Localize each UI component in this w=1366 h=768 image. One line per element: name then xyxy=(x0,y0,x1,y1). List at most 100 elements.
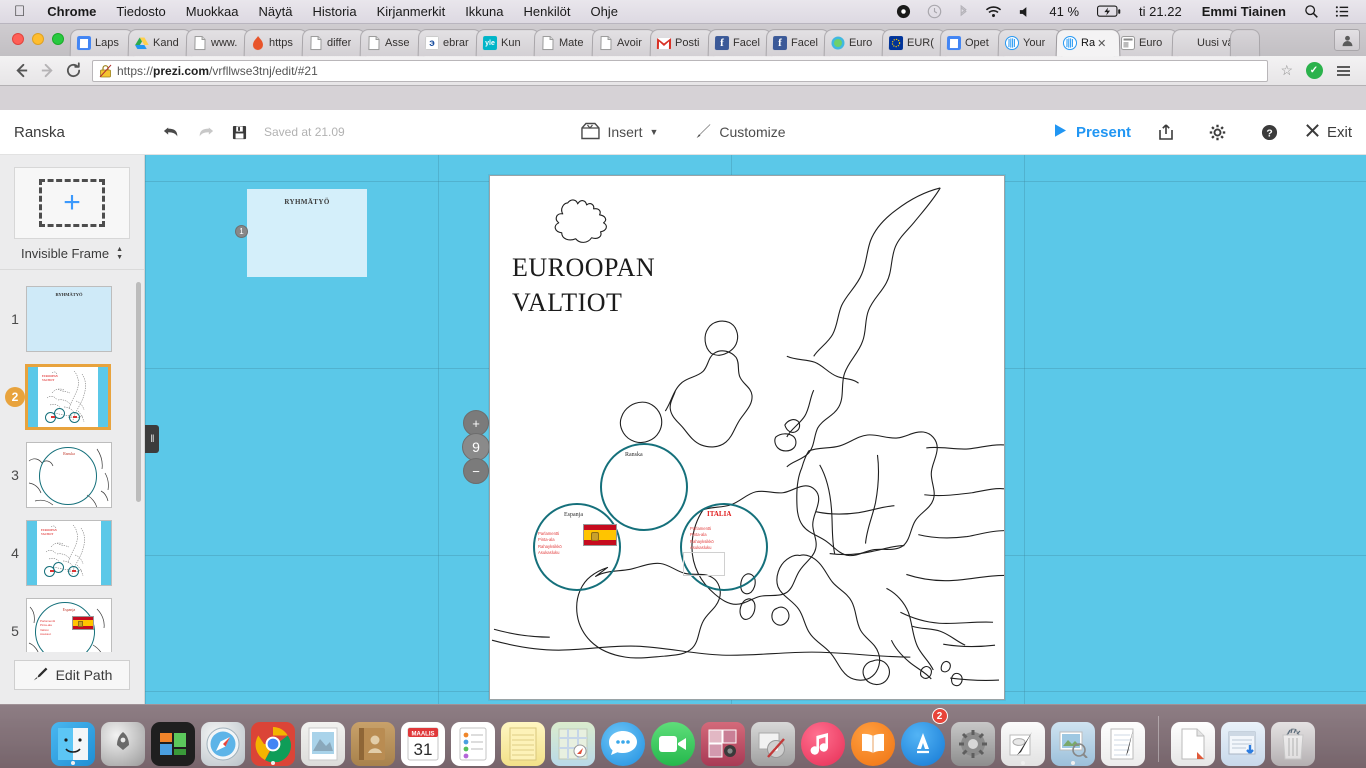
thumbnail-preview-5[interactable]: Espanja Parlamentti Pinta-ala Valtion Asukas… xyxy=(26,598,112,652)
share-button[interactable] xyxy=(1149,123,1183,141)
browser-tab-19[interactable]: Uusi väl xyxy=(1171,29,1237,57)
browser-tab-10[interactable]: Posti xyxy=(649,29,715,57)
edit-path-button[interactable]: Edit Path xyxy=(14,660,130,690)
dock-item-safari[interactable] xyxy=(200,710,247,766)
dock-item-photo-booth[interactable] xyxy=(700,710,747,766)
tab-close-icon[interactable]: ✕ xyxy=(1097,37,1106,50)
dock-item-textedit[interactable] xyxy=(1000,710,1047,766)
browser-tab-14[interactable]: EUR( xyxy=(881,29,947,57)
dock-item-ibooks[interactable] xyxy=(850,710,897,766)
browser-tab-16[interactable]: Your xyxy=(997,29,1063,57)
bookmark-star-icon[interactable]: ☆ xyxy=(1274,62,1299,79)
menu-item-henkilot[interactable]: Henkilöt xyxy=(514,0,581,24)
dock-item-messages[interactable] xyxy=(600,710,647,766)
dock-item-notes[interactable] xyxy=(500,710,547,766)
dock-item-app-store[interactable]: 2 xyxy=(900,708,948,766)
time-machine-icon[interactable] xyxy=(919,4,950,19)
dock-item-contacts[interactable] xyxy=(350,710,397,766)
thumbnail-preview-4[interactable]: EUROOPAN VALTIOT xyxy=(26,520,112,586)
dock-item-launchpad[interactable] xyxy=(100,710,147,766)
thumbnail-row-4[interactable]: 4 EUROOPAN VALTIOT xyxy=(0,514,144,592)
clock-label[interactable]: ti 21.22 xyxy=(1129,0,1192,24)
thumbnail-row-1[interactable]: 1 RYHMÄTYÖ xyxy=(0,280,144,358)
italia-placeholder-box[interactable] xyxy=(683,552,725,576)
dock-item-downloads-stack[interactable] xyxy=(1220,710,1267,766)
zoom-home-button[interactable]: 9 xyxy=(462,433,490,461)
browser-tab-9[interactable]: Avoir xyxy=(591,29,657,57)
canvas-zoom-controls[interactable]: + 9 − xyxy=(462,410,490,484)
browser-tab-6[interactable]: э ebrar xyxy=(417,29,483,57)
dock-item-trash[interactable] xyxy=(1270,710,1317,766)
dock-item-itunes[interactable] xyxy=(800,710,847,766)
extension-icon[interactable]: ✓ xyxy=(1301,58,1327,84)
help-button[interactable]: ? xyxy=(1253,124,1287,141)
zoom-out-button[interactable]: − xyxy=(463,458,489,484)
dock-item-preview[interactable] xyxy=(1050,710,1097,766)
browser-tab-3[interactable]: https xyxy=(243,29,309,57)
add-frame-button[interactable]: + xyxy=(14,167,130,239)
menu-item-ohje[interactable]: Ohje xyxy=(580,0,627,24)
dock-item-calendar[interactable]: MAALIS 31 xyxy=(400,710,447,766)
address-bar[interactable]: https://prezi.com/vrfllwse3tnj/edit/#21 xyxy=(92,59,1269,82)
undo-button[interactable] xyxy=(154,124,188,140)
bluetooth-icon[interactable] xyxy=(950,4,977,19)
browser-tab-12[interactable]: f Facel xyxy=(765,29,831,57)
menu-item-ikkuna[interactable]: Ikkuna xyxy=(455,0,513,24)
prezi-canvas[interactable]: ‖ RYHMÄTYÖ 1 + 9 − EUROOPAN VALTIOT Rans… xyxy=(145,155,1366,704)
thumbnail-row-5[interactable]: 5 Espanja Parlamentti Pinta-ala Valtion Asuka… xyxy=(0,592,144,652)
browser-tab-7[interactable]: yle Kun xyxy=(475,29,541,57)
menu-item-tiedosto[interactable]: Tiedosto xyxy=(106,0,175,24)
dock-item-dvd-player[interactable] xyxy=(750,710,797,766)
path-step-marker-1[interactable]: 1 xyxy=(235,225,248,238)
browser-tab-4[interactable]: differ xyxy=(301,29,367,57)
frame-type-selector[interactable]: Invisible Frame ▲ ▼ xyxy=(14,246,130,262)
sidebar-collapse-handle[interactable]: ‖ xyxy=(145,425,159,453)
dock-item-system-preferences[interactable] xyxy=(950,710,997,766)
browser-tab-13[interactable]: Euro xyxy=(823,29,889,57)
dock-item-maps[interactable] xyxy=(550,710,597,766)
browser-tab-1[interactable]: Kand xyxy=(127,29,193,57)
canvas-frame-slide-1[interactable]: RYHMÄTYÖ xyxy=(247,189,367,277)
prezi-document-title[interactable]: Ranska xyxy=(14,124,154,141)
dock-item-reminders[interactable] xyxy=(450,710,497,766)
redo-button[interactable] xyxy=(188,124,222,140)
thumbnail-preview-1[interactable]: RYHMÄTYÖ xyxy=(26,286,112,352)
canvas-map-frame[interactable]: EUROOPAN VALTIOT Ranska Espanja Parlamen… xyxy=(489,175,1005,700)
browser-tab-15[interactable]: Opet xyxy=(939,29,1005,57)
insert-menu-button[interactable]: Insert ▼ xyxy=(580,122,658,143)
back-button[interactable] xyxy=(8,58,34,84)
menu-item-kirjanmerkit[interactable]: Kirjanmerkit xyxy=(367,0,456,24)
spain-flag-icon[interactable] xyxy=(583,524,617,546)
notification-center-icon[interactable] xyxy=(1327,4,1358,19)
battery-icon[interactable] xyxy=(1089,5,1129,18)
menu-item-nayta[interactable]: Näytä xyxy=(249,0,303,24)
dock-item-finder[interactable] xyxy=(50,710,97,766)
window-controls[interactable] xyxy=(12,33,64,45)
user-name-label[interactable]: Emmi Tiainen xyxy=(1192,0,1296,24)
thumbnail-preview-2[interactable]: EUROOPAN VALTIOT xyxy=(25,364,111,430)
present-button[interactable]: Present xyxy=(1053,123,1131,142)
browser-tab-17[interactable]: Ra ✕ xyxy=(1055,29,1121,57)
profile-button[interactable] xyxy=(1334,29,1360,51)
thumbnail-preview-3[interactable]: Ranska xyxy=(26,442,112,508)
browser-tab-11[interactable]: f Facel xyxy=(707,29,773,57)
menu-item-historia[interactable]: Historia xyxy=(302,0,366,24)
maximize-window-button[interactable] xyxy=(52,33,64,45)
new-tab-button[interactable] xyxy=(1229,29,1261,57)
dock-item-documents-stack[interactable] xyxy=(1170,710,1217,766)
menu-item-muokkaa[interactable]: Muokkaa xyxy=(176,0,249,24)
browser-tab-5[interactable]: Asse xyxy=(359,29,425,57)
customize-button[interactable]: Customize xyxy=(694,122,786,143)
menu-item-chrome[interactable]: Chrome xyxy=(37,0,106,24)
browser-tab-18[interactable]: Euro xyxy=(1113,29,1179,57)
save-button[interactable] xyxy=(222,125,256,140)
chrome-menu-button[interactable] xyxy=(1329,65,1358,76)
reload-button[interactable] xyxy=(60,58,86,84)
thumbnail-list[interactable]: 1 RYHMÄTYÖ 2 EUROOPAN VALTIOT 3 Ranska 4 EUROOPA… xyxy=(0,270,144,652)
dropbox-status-icon[interactable] xyxy=(888,4,919,19)
thumbnail-row-3[interactable]: 3 Ranska xyxy=(0,436,144,514)
volume-icon[interactable] xyxy=(1010,5,1039,19)
apple-menu-icon[interactable]:  xyxy=(0,0,37,24)
exit-button[interactable]: Exit xyxy=(1305,123,1352,142)
close-window-button[interactable] xyxy=(12,33,24,45)
